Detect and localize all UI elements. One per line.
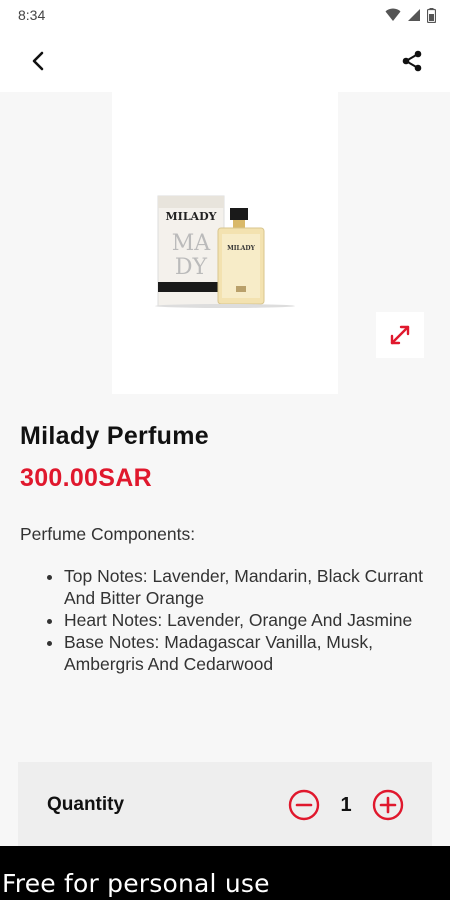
list-item: Heart Notes: Lavender, Orange And Jasmin… <box>64 609 435 631</box>
notes-list: Top Notes: Lavender, Mandarin, Black Cur… <box>20 565 435 675</box>
list-item: Base Notes: Madagascar Vanilla, Musk, Am… <box>64 631 435 675</box>
watermark-banner: Free for personal use <box>0 846 450 900</box>
app-bar <box>0 30 450 92</box>
description-heading: Perfume Components: <box>20 524 196 544</box>
back-arrow-icon <box>32 51 44 71</box>
perfume-bottle-image: MILADY MA DY MILADY <box>155 195 295 308</box>
back-button[interactable] <box>22 45 54 77</box>
wifi-icon <box>385 8 401 21</box>
expand-icon <box>390 325 410 345</box>
plus-circle-icon <box>372 789 404 821</box>
battery-icon <box>427 7 436 23</box>
decrease-quantity-button[interactable] <box>288 789 320 821</box>
zoom-button[interactable] <box>376 312 424 358</box>
quantity-panel: Quantity 1 <box>18 762 432 848</box>
product-title: Milady Perfume <box>20 422 209 450</box>
increase-quantity-button[interactable] <box>372 789 404 821</box>
svg-text:MA: MA <box>172 231 212 256</box>
status-bar: 8:34 <box>0 0 450 30</box>
status-icons <box>385 7 436 23</box>
svg-text:DY: DY <box>175 255 208 280</box>
box-brand-text: MILADY <box>166 210 217 223</box>
svg-text:MILADY: MILADY <box>227 245 256 252</box>
signal-icon <box>408 9 420 21</box>
quantity-value: 1 <box>340 793 352 816</box>
product-description: Perfume Components: Top Notes: Lavender,… <box>20 523 435 675</box>
quantity-label: Quantity <box>47 794 125 815</box>
minus-circle-icon <box>288 789 320 821</box>
status-time: 8:34 <box>18 7 46 23</box>
product-image[interactable]: MILADY MA DY MILADY <box>112 92 338 394</box>
share-icon <box>402 50 422 72</box>
list-item: Top Notes: Lavender, Mandarin, Black Cur… <box>64 565 435 609</box>
share-button[interactable] <box>396 45 428 77</box>
product-price: 300.00SAR <box>20 464 152 492</box>
quantity-stepper: 1 <box>288 789 404 821</box>
